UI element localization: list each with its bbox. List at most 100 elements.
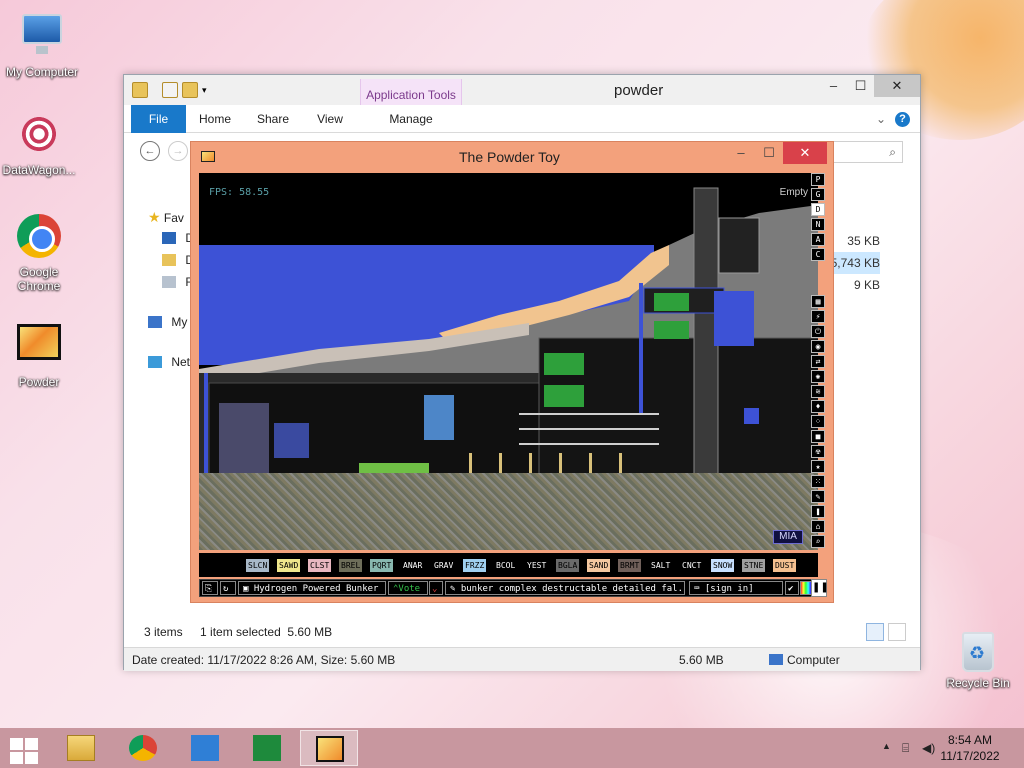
separator	[152, 82, 158, 98]
element-button-frzz[interactable]: FRZZ	[463, 559, 487, 572]
powder-toy-titlebar[interactable]: The Powder Toy – ☐ ✕	[191, 142, 833, 172]
simulation-canvas[interactable]: FPS: 58.55 Empty MIA	[199, 173, 818, 550]
properties-icon[interactable]	[162, 82, 178, 98]
large-icons-view-button[interactable]	[888, 623, 906, 641]
mode-button-a[interactable]: A	[811, 233, 825, 246]
chevron-down-icon[interactable]: ⌄	[876, 112, 886, 126]
category-gases-icon[interactable]: ≋	[811, 385, 825, 398]
search-icon[interactable]: ⌕	[811, 535, 825, 548]
save-name-field[interactable]: ▣ Hydrogen Powered Bunker	[238, 581, 386, 595]
pause-button[interactable]: ❚❚	[811, 579, 829, 597]
desktop-icon-datawagon[interactable]: DataWagon...	[0, 110, 81, 177]
show-hidden-icons-icon[interactable]: ▲	[882, 741, 891, 751]
category-power-icon[interactable]: ⏻	[811, 325, 825, 338]
mode-button-p[interactable]: P	[811, 173, 825, 186]
close-button[interactable]: ✕	[783, 142, 827, 164]
element-button-stne[interactable]: STNE	[742, 559, 766, 572]
open-save-button[interactable]: ⎘	[202, 581, 218, 595]
category-walls-icon[interactable]: ▦	[811, 295, 825, 308]
mode-button-g[interactable]: G	[811, 188, 825, 201]
taskbar-chrome[interactable]	[114, 730, 172, 766]
tab-file[interactable]: File	[131, 105, 186, 133]
element-button-anar[interactable]: ANAR	[401, 559, 425, 572]
chevron-down-icon[interactable]: ▾	[202, 82, 218, 98]
window-title: The Powder Toy	[459, 149, 560, 165]
category-recent-icon[interactable]: ⌂	[811, 520, 825, 533]
category-radioactive-icon[interactable]: ☢	[811, 445, 825, 458]
category-electronics-icon[interactable]: ⚡	[811, 310, 825, 323]
new-folder-icon[interactable]	[182, 82, 198, 98]
taskbar-finance-app[interactable]	[238, 730, 296, 766]
settings-button[interactable]: ✔	[785, 581, 799, 595]
reload-button[interactable]: ↻	[220, 581, 236, 595]
element-button-brel[interactable]: BREL	[339, 559, 363, 572]
maximize-button[interactable]: ☐	[847, 75, 874, 97]
folder-icon[interactable]	[132, 82, 148, 98]
maximize-button[interactable]: ☐	[755, 142, 783, 164]
help-icon[interactable]: ?	[895, 112, 910, 127]
category-solids-icon[interactable]: ■	[811, 430, 825, 443]
desktop-icon-powder[interactable]: Powder	[0, 318, 81, 389]
network-icon[interactable]: ⌸	[902, 741, 909, 756]
taskbar-file-explorer[interactable]	[52, 730, 110, 766]
element-button-dust[interactable]: DUST	[773, 559, 797, 572]
sign-in-button[interactable]: ⌨ [sign in]	[689, 581, 783, 595]
desktop-icon-label: Google Chrome	[17, 265, 61, 293]
element-button-yest[interactable]: YEST	[525, 559, 549, 572]
category-tools-icon[interactable]: ✎	[811, 490, 825, 503]
minimize-button[interactable]: –	[727, 142, 755, 164]
back-button[interactable]: ←	[140, 141, 160, 161]
nav-my-computer[interactable]: My	[148, 315, 187, 329]
element-button-slcn[interactable]: SLCN	[246, 559, 270, 572]
clock-time: 8:54 AM	[947, 733, 993, 747]
nav-favorites[interactable]: ★ Fav	[148, 209, 184, 226]
category-favorites-icon[interactable]: ❚	[811, 505, 825, 518]
close-button[interactable]: ✕	[874, 75, 920, 97]
category-life-icon[interactable]: ⁙	[811, 475, 825, 488]
vote-down-button[interactable]: ⌄	[429, 581, 443, 595]
tab-home[interactable]: Home	[192, 105, 238, 133]
tags-field[interactable]: ✎ bunker complex destructable detailed f…	[445, 581, 685, 595]
minimize-button[interactable]: –	[820, 75, 847, 97]
element-button-snow[interactable]: SNOW	[711, 559, 735, 572]
tab-view[interactable]: View	[307, 105, 353, 133]
tab-manage[interactable]: Manage	[382, 105, 440, 133]
category-explosives-icon[interactable]: ✺	[811, 370, 825, 383]
explorer-titlebar[interactable]: ▾ Application Tools powder – ☐ ✕	[124, 75, 920, 131]
category-special-icon[interactable]: ★	[811, 460, 825, 473]
forward-button[interactable]: →	[168, 141, 188, 161]
element-button-pqrt[interactable]: PQRT	[370, 559, 394, 572]
computer-icon	[18, 14, 66, 62]
mode-button-n[interactable]: N	[811, 218, 825, 231]
quick-access-toolbar: ▾	[132, 82, 218, 98]
category-powders-icon[interactable]: ⁘	[811, 415, 825, 428]
element-button-sawd[interactable]: SAWD	[277, 559, 301, 572]
computer-icon	[769, 654, 783, 665]
mode-button-d[interactable]: D	[811, 203, 825, 216]
search-icon: ⌕	[889, 145, 896, 159]
clock[interactable]: 8:54 AM 11/17/2022	[930, 732, 1010, 764]
start-button[interactable]	[0, 730, 48, 766]
nav-network[interactable]: Net	[148, 355, 190, 369]
desktop-icon-chrome[interactable]: Google Chrome	[0, 212, 81, 293]
element-button-bcol[interactable]: BCOL	[494, 559, 518, 572]
desktop-icon-recycle-bin[interactable]: Recycle Bin	[938, 630, 1018, 690]
category-force-icon[interactable]: ⇄	[811, 355, 825, 368]
desktop-icon-my-computer[interactable]: My Computer	[0, 8, 84, 79]
element-button-bgla[interactable]: BGLA	[556, 559, 580, 572]
category-sensors-icon[interactable]: ◉	[811, 340, 825, 353]
vote-up-button[interactable]: ⌃Vote	[388, 581, 428, 595]
element-button-grav[interactable]: GRAV	[432, 559, 456, 572]
mode-button-c[interactable]: C	[811, 248, 825, 261]
element-button-cnct[interactable]: CNCT	[680, 559, 704, 572]
taskbar-powder-toy[interactable]	[300, 730, 358, 766]
taskbar-weather-app[interactable]	[176, 730, 234, 766]
details-view-button[interactable]	[866, 623, 884, 641]
element-button-brmt[interactable]: BRMT	[618, 559, 642, 572]
date-created: Date created: 11/17/2022 8:26 AM, Size: …	[132, 653, 396, 667]
category-liquids-icon[interactable]: ♦	[811, 400, 825, 413]
tab-share[interactable]: Share	[250, 105, 296, 133]
element-button-sand[interactable]: SAND	[587, 559, 611, 572]
element-button-salt[interactable]: SALT	[649, 559, 673, 572]
element-button-clst[interactable]: CLST	[308, 559, 332, 572]
